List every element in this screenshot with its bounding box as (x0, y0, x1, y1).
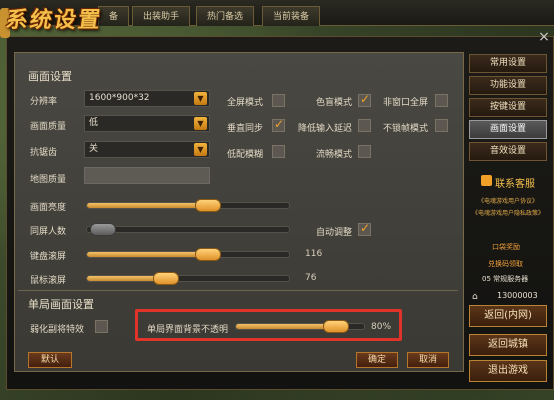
unlock-fps-checkbox[interactable] (435, 119, 448, 132)
ok-button[interactable]: 确定 (356, 352, 398, 368)
resolution-label: 分辨率 (30, 97, 58, 107)
server-id: 13000003 (497, 291, 538, 300)
brightness-label: 画面亮度 (30, 203, 67, 213)
tab-popular-picks[interactable]: 热门备选 (196, 6, 255, 26)
mouse-scroll-label: 鼠标滚屏 (30, 276, 67, 286)
antialias-select[interactable]: 关 ▼ (84, 141, 210, 158)
chevron-down-icon: ▼ (194, 143, 207, 156)
contact-service-link[interactable]: 联系客服 (495, 175, 535, 190)
home-icon: ⌂ (472, 292, 478, 302)
low-blur-label: 低配模糊 (227, 150, 264, 160)
same-screen-thumb[interactable] (90, 223, 117, 236)
fullscreen-label: 全屏模式 (227, 98, 264, 108)
reduce-input-delay-label: 降低输入延迟 (298, 124, 353, 134)
colorblind-checkbox[interactable] (358, 92, 371, 107)
menu-item-function[interactable]: 功能设置 (469, 76, 547, 95)
smooth-mode-label: 流畅模式 (316, 150, 353, 160)
smooth-mode-checkbox[interactable] (358, 145, 371, 158)
menu-item-common[interactable]: 常用设置 (469, 54, 547, 73)
antialias-label: 抗锯齿 (30, 148, 58, 158)
tab-current-equipment[interactable]: 当前装备 (262, 6, 321, 26)
close-icon[interactable]: × (534, 26, 554, 48)
brightness-slider[interactable] (86, 199, 290, 212)
chevron-down-icon: ▼ (194, 92, 207, 105)
section-title-single-match: 单局画面设置 (28, 298, 94, 311)
cancel-button[interactable]: 取消 (407, 352, 449, 368)
antialias-value: 关 (89, 144, 99, 154)
section-title-display: 画面设置 (28, 70, 72, 83)
map-quality-label: 地图质量 (30, 175, 67, 185)
return-town-button[interactable]: 返回城镇 (469, 334, 547, 356)
chevron-down-icon: ▼ (194, 117, 207, 130)
weaken-vice-checkbox[interactable] (95, 320, 108, 333)
keyboard-scroll-value: 116 (305, 249, 323, 259)
non-window-fullscreen-label: 非窗口全屏 (383, 98, 429, 108)
default-button[interactable]: 默认 (28, 352, 72, 368)
pocket-reward-link[interactable]: 口袋奖励 (492, 242, 520, 252)
keyboard-scroll-thumb[interactable] (195, 248, 222, 261)
low-blur-checkbox[interactable] (272, 145, 285, 158)
keyboard-scroll-fill (87, 252, 209, 257)
tab-build-helper[interactable]: 出装助手 (132, 6, 191, 26)
section-divider (18, 290, 458, 291)
exit-game-button[interactable]: 退出游戏 (469, 360, 547, 382)
brightness-fill (87, 203, 209, 208)
resolution-select[interactable]: 1600*900*32 ▼ (84, 90, 210, 107)
non-window-fullscreen-checkbox[interactable] (435, 94, 448, 107)
same-screen-label: 同屏人数 (30, 227, 67, 237)
mouse-scroll-thumb[interactable] (152, 272, 179, 285)
menu-item-keys[interactable]: 按键设置 (469, 98, 547, 117)
resolution-value: 1600*900*32 (89, 93, 150, 103)
same-screen-slider[interactable] (86, 223, 290, 236)
menu-item-display[interactable]: 画面设置 (469, 120, 547, 139)
reduce-input-delay-checkbox[interactable] (358, 119, 371, 132)
user-agreement-link[interactable]: 《电魂游戏用户协议》 (478, 196, 538, 205)
unlock-fps-label: 不锁帧模式 (383, 124, 429, 134)
privacy-policy-link[interactable]: 《电魂游戏用户隐私政策》 (472, 208, 544, 217)
return-lobby-button[interactable]: 返回(内网) (469, 305, 547, 327)
redeem-code-link[interactable]: 兑换码领取 (488, 259, 523, 269)
colorblind-label: 色盲模式 (316, 98, 353, 108)
highlight-annotation-box (135, 309, 402, 341)
mouse-scroll-value: 76 (305, 273, 317, 283)
quality-label: 画面质量 (30, 122, 67, 132)
vsync-checkbox[interactable] (272, 117, 285, 132)
menu-item-sound[interactable]: 音效设置 (469, 142, 547, 161)
fullscreen-checkbox[interactable] (272, 94, 285, 107)
weaken-vice-label: 弱化副将特效 (30, 325, 85, 335)
vsync-label: 垂直同步 (227, 124, 264, 134)
map-quality-field (84, 167, 210, 184)
auto-adjust-label: 自动调整 (316, 228, 353, 238)
keyboard-scroll-label: 键盘滚屏 (30, 252, 67, 262)
dialog-title: 系统设置 (4, 7, 104, 33)
auto-adjust-checkbox[interactable] (358, 221, 371, 236)
quality-value: 低 (89, 118, 99, 128)
phone-icon (481, 175, 492, 186)
brightness-thumb[interactable] (195, 199, 222, 212)
quality-select[interactable]: 低 ▼ (84, 115, 210, 132)
keyboard-scroll-slider[interactable] (86, 248, 290, 261)
mouse-scroll-slider[interactable] (86, 272, 290, 285)
server-name: 05 常规服务器 (482, 275, 529, 283)
